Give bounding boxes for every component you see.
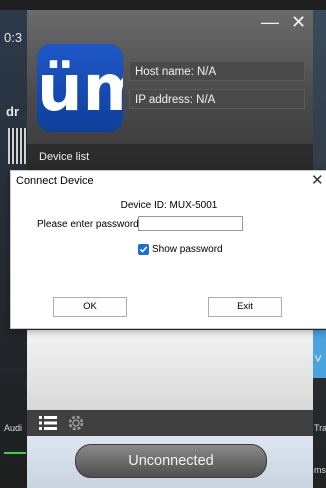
- host-name-field: Host name: N/A: [129, 61, 305, 81]
- connection-status-button[interactable]: Unconnected: [75, 444, 267, 478]
- background-time-text: 0:3: [4, 30, 23, 45]
- connect-device-dialog: Connect Device ✕ Device ID: MUX-5001 Ple…: [10, 170, 326, 329]
- bottom-toolbar: [27, 410, 313, 436]
- tab-device-list[interactable]: Device list: [27, 144, 313, 170]
- device-id-text: Device ID: MUX-5001: [120, 200, 218, 211]
- list-icon[interactable]: [37, 413, 59, 433]
- app-logo: üm: [37, 44, 123, 132]
- minimize-button[interactable]: —: [261, 12, 279, 32]
- password-label: Please enter password:: [37, 219, 142, 230]
- background-label-text: dr: [6, 104, 19, 119]
- ip-address-field: IP address: N/A: [129, 89, 305, 109]
- dialog-title: Connect Device: [16, 175, 94, 187]
- background-trans-text: Trar: [314, 423, 326, 433]
- host-app-topbar: [0, 0, 326, 10]
- dialog-close-icon[interactable]: ✕: [311, 171, 324, 189]
- password-input[interactable]: [138, 216, 243, 231]
- qr-code-fragment: [8, 128, 28, 164]
- show-password-checkbox[interactable]: [138, 244, 149, 255]
- background-audio-text: Audi: [4, 423, 23, 433]
- gear-icon[interactable]: [65, 413, 87, 433]
- status-area: Unconnected: [27, 436, 313, 488]
- app-header: — ✕ üm Host name: N/A IP address: N/A De…: [27, 10, 313, 170]
- device-list-panel: [27, 330, 313, 410]
- show-password-label[interactable]: Show password: [152, 244, 223, 255]
- logo-glyph: üm: [37, 52, 123, 126]
- background-ms-text: ms: [314, 465, 326, 475]
- chevron-down-icon: ˅: [314, 350, 323, 366]
- ok-button[interactable]: OK: [53, 297, 127, 317]
- exit-button[interactable]: Exit: [208, 297, 282, 317]
- audio-waveform: [4, 452, 26, 454]
- close-button[interactable]: ✕: [291, 12, 306, 32]
